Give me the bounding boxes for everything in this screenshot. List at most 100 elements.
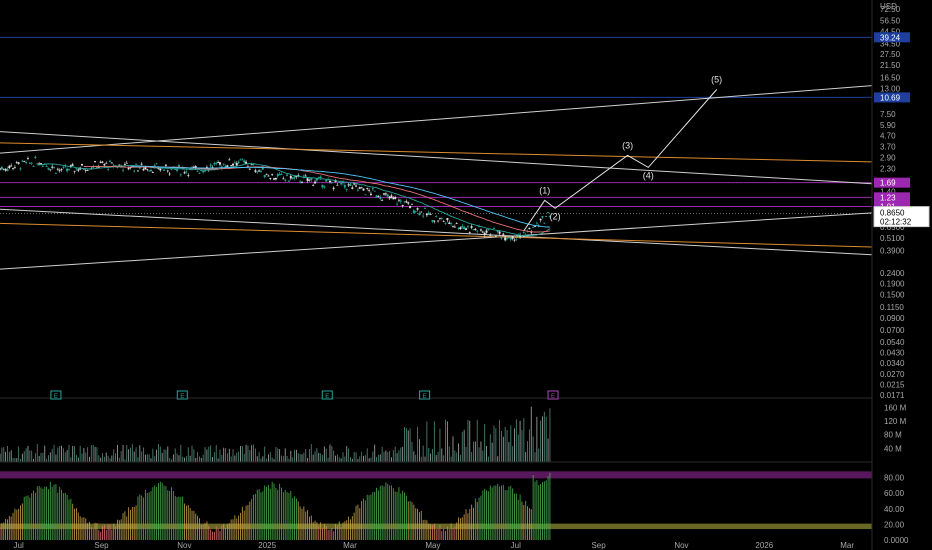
candle-body xyxy=(407,202,410,204)
candle-body xyxy=(258,170,261,172)
price-tick-label: 0.0171 xyxy=(880,391,905,400)
candle-body xyxy=(94,161,97,163)
candle-body xyxy=(474,228,477,231)
candle-body xyxy=(409,206,412,209)
candle-body xyxy=(8,165,11,168)
candle-body xyxy=(399,200,402,202)
candle-body xyxy=(54,173,57,174)
candle-body xyxy=(149,169,152,172)
candle-body xyxy=(396,203,399,205)
candle-body xyxy=(461,225,464,228)
candle-body xyxy=(384,193,387,195)
price-tick-label: 0.0700 xyxy=(880,326,905,335)
candle-body xyxy=(125,162,128,164)
candle-body xyxy=(105,162,108,164)
candle-body xyxy=(450,223,453,225)
candle-body xyxy=(343,185,346,188)
candle-body xyxy=(459,227,462,230)
candle-body xyxy=(466,226,469,228)
candle-body xyxy=(336,184,339,186)
candle-body xyxy=(198,172,201,174)
candle-body xyxy=(375,195,378,198)
candle-body xyxy=(338,181,341,183)
candle-body xyxy=(116,167,119,169)
candle-body xyxy=(250,164,253,166)
candle-body xyxy=(196,170,199,172)
candle-body xyxy=(140,163,143,165)
candle-body xyxy=(135,163,138,165)
price-tick-label: 5.90 xyxy=(880,121,896,130)
candle-body xyxy=(453,226,456,228)
price-tick-label: 2.90 xyxy=(880,154,896,163)
candle-body xyxy=(494,235,497,237)
candle-body xyxy=(276,174,279,177)
candle-body xyxy=(282,178,285,180)
candle-body xyxy=(463,226,466,230)
chart-canvas[interactable]: USD72.5056.5044.5034.5027.5021.5016.5013… xyxy=(0,0,932,550)
event-marker-label: E xyxy=(325,394,329,400)
candle-body xyxy=(304,175,307,177)
candle-body xyxy=(511,236,514,239)
oscillator-tick-label: 60.00 xyxy=(884,489,905,498)
candle-body xyxy=(168,173,171,175)
candle-body xyxy=(73,170,76,172)
candle-body xyxy=(60,169,63,170)
candle-body xyxy=(410,203,413,205)
candle-body xyxy=(299,181,302,183)
candle-body xyxy=(506,238,509,240)
candle-body xyxy=(448,222,451,225)
candle-body xyxy=(355,185,358,187)
candle-body xyxy=(183,172,186,174)
candle-body xyxy=(146,169,149,171)
candle-body xyxy=(321,184,324,188)
candle-body xyxy=(34,156,37,158)
candle-body xyxy=(101,161,104,163)
candle-body xyxy=(176,169,179,171)
price-tick-label: 0.5100 xyxy=(880,234,905,243)
wave-label: (3) xyxy=(622,140,633,150)
candle-body xyxy=(280,173,283,175)
candle-body xyxy=(545,216,548,217)
candle-body xyxy=(12,168,15,169)
candle-body xyxy=(56,168,59,170)
candle-body xyxy=(446,217,449,220)
candle-body xyxy=(306,178,309,181)
candle-body xyxy=(53,166,56,168)
candle-body xyxy=(312,184,315,186)
time-tick-label: Jul xyxy=(14,541,24,550)
candle-body xyxy=(187,175,190,176)
candle-body xyxy=(23,161,26,163)
candle-body xyxy=(388,196,391,199)
level-badge-label: 1.69 xyxy=(880,179,896,188)
candle-body xyxy=(0,166,3,170)
level-badge-label: 1.23 xyxy=(880,193,896,202)
candle-body xyxy=(133,170,136,172)
candle-body xyxy=(381,199,384,201)
candle-body xyxy=(390,195,393,198)
candle-body xyxy=(259,171,262,172)
candle-body xyxy=(45,166,48,167)
candle-body xyxy=(25,162,28,163)
price-tick-label: 72.50 xyxy=(880,5,901,14)
candle-body xyxy=(256,171,259,173)
candle-body xyxy=(543,222,546,224)
candle-body xyxy=(136,170,139,172)
wave-label: (2) xyxy=(550,211,561,221)
oscillator-band xyxy=(0,471,872,479)
candle-body xyxy=(179,174,182,176)
candle-body xyxy=(36,163,39,165)
candle-body xyxy=(457,228,460,229)
candle-body xyxy=(435,215,438,217)
candle-body xyxy=(405,201,408,203)
price-tick-label: 2.30 xyxy=(880,164,896,173)
time-tick-label: May xyxy=(425,541,440,550)
candle-body xyxy=(19,168,22,170)
candle-body xyxy=(166,170,169,172)
candle-body xyxy=(75,168,78,170)
candle-body xyxy=(541,216,544,218)
price-tick-label: 21.50 xyxy=(880,61,901,70)
candle-body xyxy=(491,235,494,237)
candle-body xyxy=(122,169,125,171)
price-tick-label: 0.0900 xyxy=(880,314,905,323)
candle-body xyxy=(15,162,18,164)
